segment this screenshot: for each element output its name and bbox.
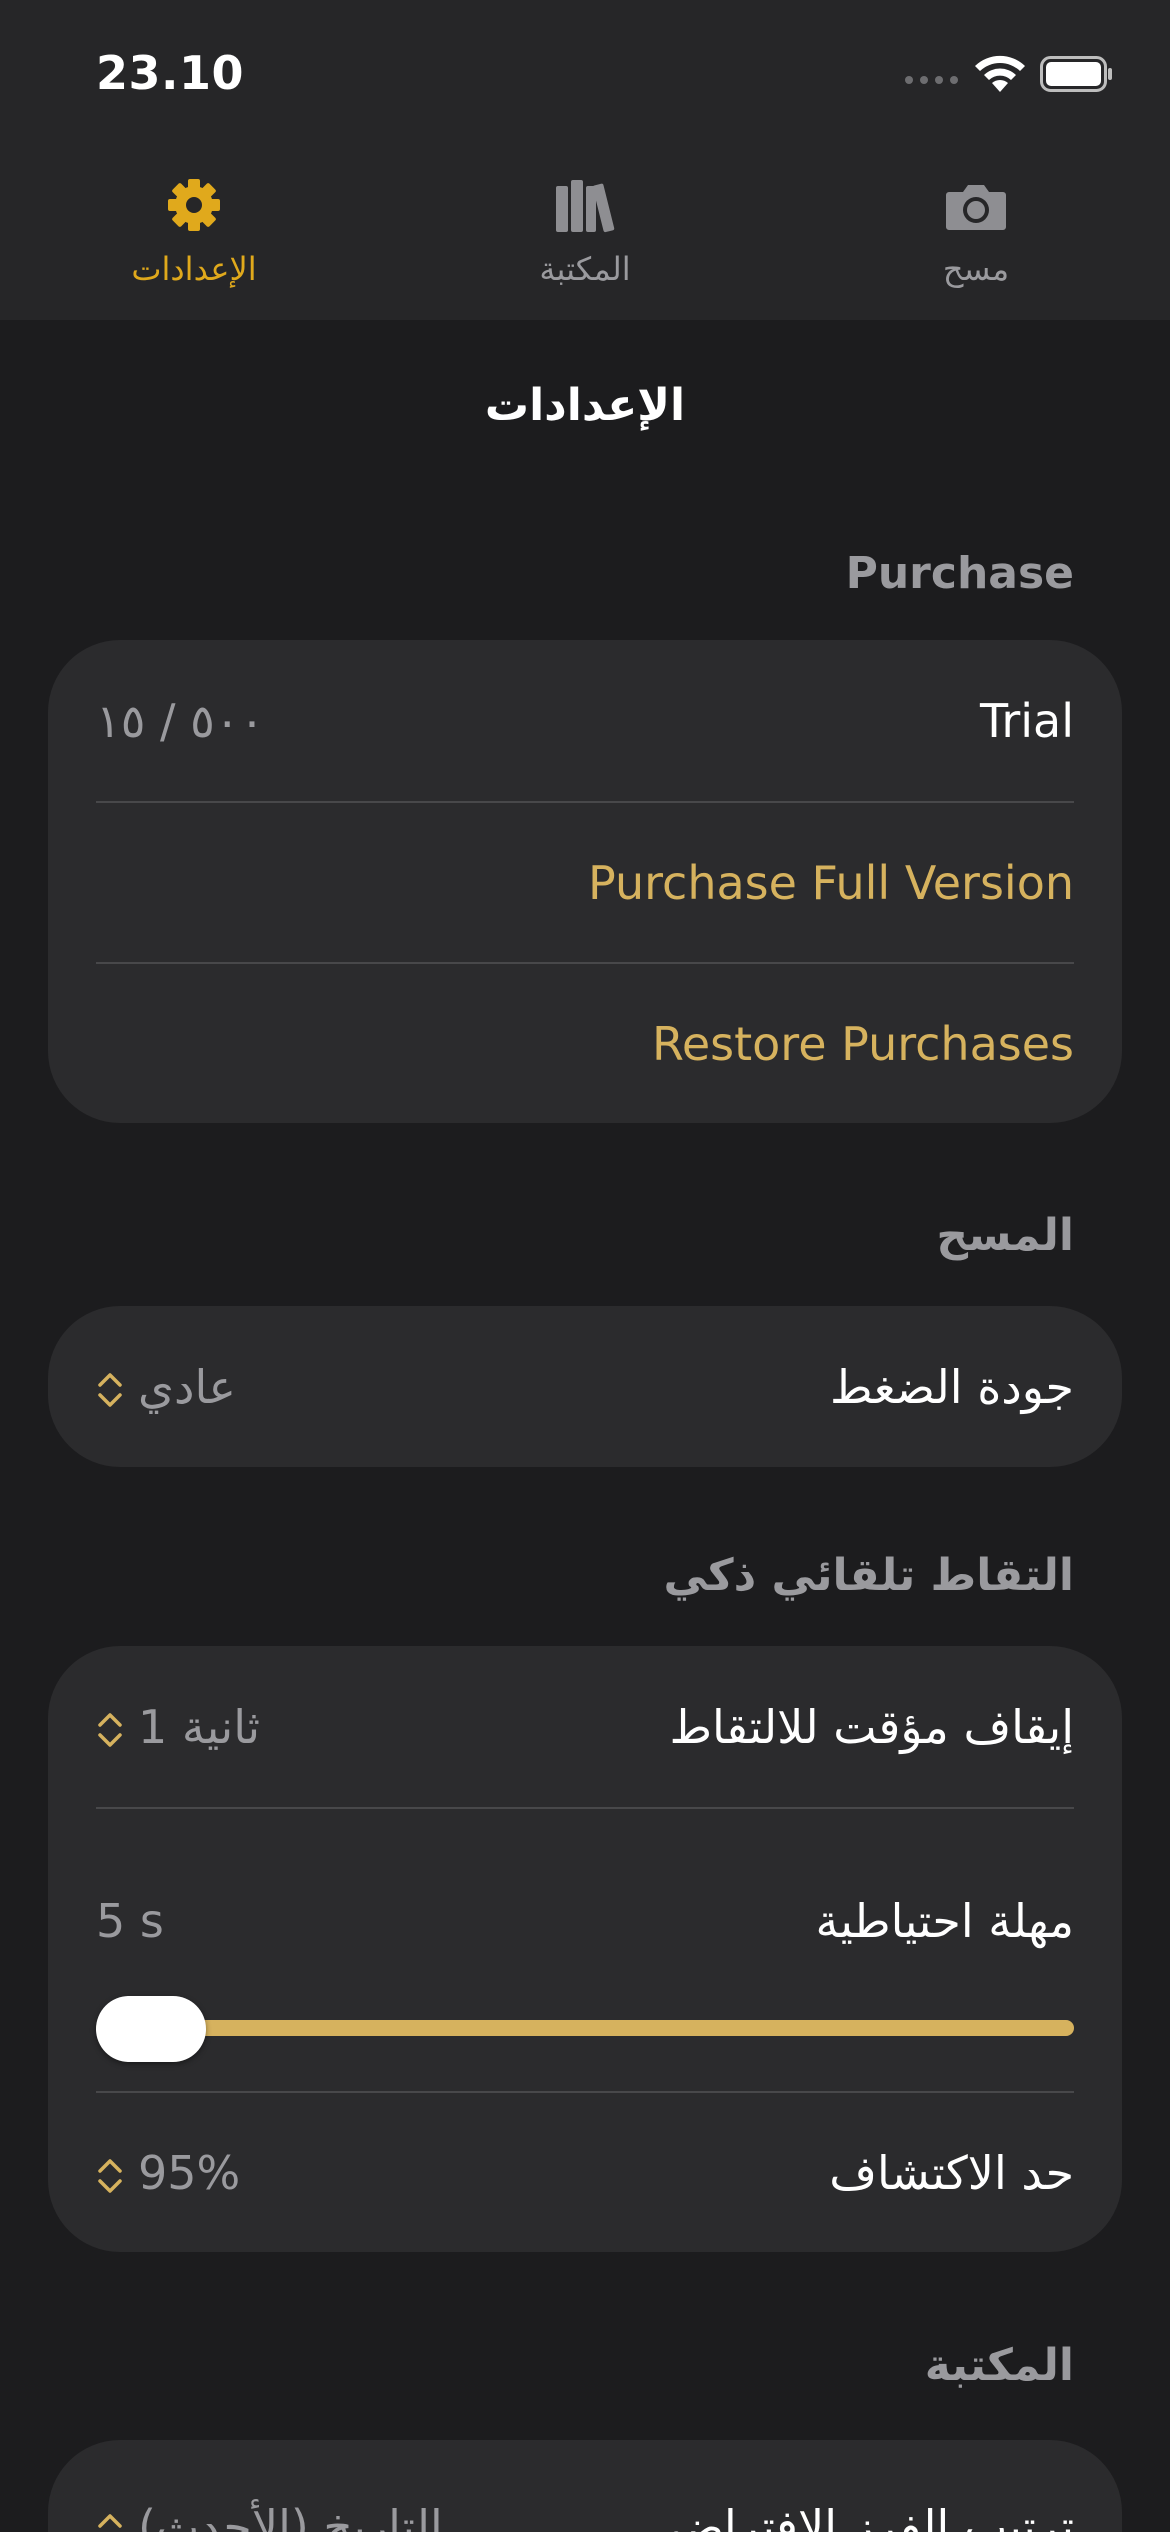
fallback-timeout-slider[interactable] — [96, 1962, 1074, 2091]
fallback-timeout-label: مهلة احتياطية — [815, 1894, 1074, 1948]
restore-purchases-label: Restore Purchases — [651, 1016, 1074, 1071]
tab-settings[interactable]: الإعدادات — [44, 160, 344, 320]
camera-icon — [946, 185, 1006, 230]
cellular-signal-icon — [905, 76, 958, 84]
fallback-timeout-value: 5 s — [96, 1894, 164, 1948]
tab-settings-label: الإعدادات — [131, 250, 257, 288]
detection-threshold-row[interactable]: 95% حد الاكتشاف — [96, 2091, 1074, 2252]
section-header-auto-capture: التقاط تلقائي ذكي — [663, 1550, 1074, 1601]
restore-purchases-button[interactable]: Restore Purchases — [96, 962, 1074, 1123]
scan-card: عادي جودة الضغط — [48, 1306, 1122, 1467]
compression-quality-row[interactable]: عادي جودة الضغط — [48, 1306, 1122, 1467]
gear-icon — [168, 179, 220, 231]
chevron-up-down-icon — [98, 1713, 122, 1747]
default-sort-value: التاريخ (الأحدث) — [138, 2500, 443, 2532]
page-title: الإعدادات — [484, 380, 686, 431]
purchase-full-version-label: Purchase Full Version — [588, 855, 1074, 910]
chevron-up-down-icon — [98, 2159, 122, 2193]
trial-count: ٥٠٠ / ١٥ — [96, 693, 265, 748]
status-time: 23.10 — [96, 46, 245, 100]
auto-capture-card: 1 ثانية إيقاف مؤقت للالتقاط 5 s مهلة احت… — [48, 1646, 1122, 2252]
purchase-card: ٥٠٠ / ١٥ Trial Purchase Full Version Res… — [48, 640, 1122, 1123]
compression-quality-picker[interactable]: عادي — [96, 1360, 236, 1414]
fallback-timeout-row: 5 s مهلة احتياطية — [96, 1807, 1074, 1962]
section-header-library: المكتبة — [924, 2340, 1074, 2391]
compression-quality-label: جودة الضغط — [830, 1359, 1074, 1414]
tab-bar: الإعدادات المكتبة مسح — [0, 160, 1170, 320]
compression-quality-value: عادي — [138, 1359, 236, 1414]
tab-scan[interactable]: مسح — [826, 160, 1126, 320]
slider-track — [96, 2020, 1074, 2036]
chevron-up-down-icon — [98, 2513, 122, 2528]
chevron-up-down-icon — [98, 1373, 122, 1407]
capture-pause-value: 1 ثانية — [138, 1699, 261, 1754]
section-header-purchase: Purchase — [845, 548, 1074, 599]
default-sort-label: ترتيب الفرز الافتراضي — [646, 2500, 1074, 2532]
trial-label: Trial — [980, 693, 1074, 748]
trial-row: ٥٠٠ / ١٥ Trial — [48, 640, 1122, 801]
capture-pause-row[interactable]: 1 ثانية إيقاف مؤقت للالتقاط — [48, 1646, 1122, 1807]
capture-pause-picker[interactable]: 1 ثانية — [96, 1700, 260, 1754]
battery-icon — [1040, 56, 1112, 92]
capture-pause-label: إيقاف مؤقت للالتقاط — [669, 1699, 1074, 1754]
default-sort-row[interactable]: التاريخ (الأحدث) ترتيب الفرز الافتراضي — [48, 2440, 1122, 2532]
wifi-icon — [975, 55, 1025, 92]
default-sort-picker[interactable]: التاريخ (الأحدث) — [96, 2500, 443, 2532]
tab-library[interactable]: المكتبة — [435, 160, 735, 320]
slider-knob[interactable] — [96, 1996, 206, 2062]
detection-threshold-value: 95% — [138, 2145, 241, 2200]
tab-library-label: المكتبة — [539, 250, 631, 288]
detection-threshold-label: حد الاكتشاف — [829, 2145, 1074, 2200]
purchase-full-version-button[interactable]: Purchase Full Version — [96, 801, 1074, 962]
library-card: التاريخ (الأحدث) ترتيب الفرز الافتراضي — [48, 2440, 1122, 2532]
section-header-scan: المسح — [936, 1210, 1074, 1261]
status-bar: 23.10 — [0, 0, 1170, 140]
library-icon — [556, 180, 615, 233]
top-bar: 23.10 الإعدادات المكتبة مسح — [0, 0, 1170, 320]
detection-threshold-picker[interactable]: 95% — [96, 2146, 240, 2200]
tab-scan-label: مسح — [942, 250, 1010, 288]
